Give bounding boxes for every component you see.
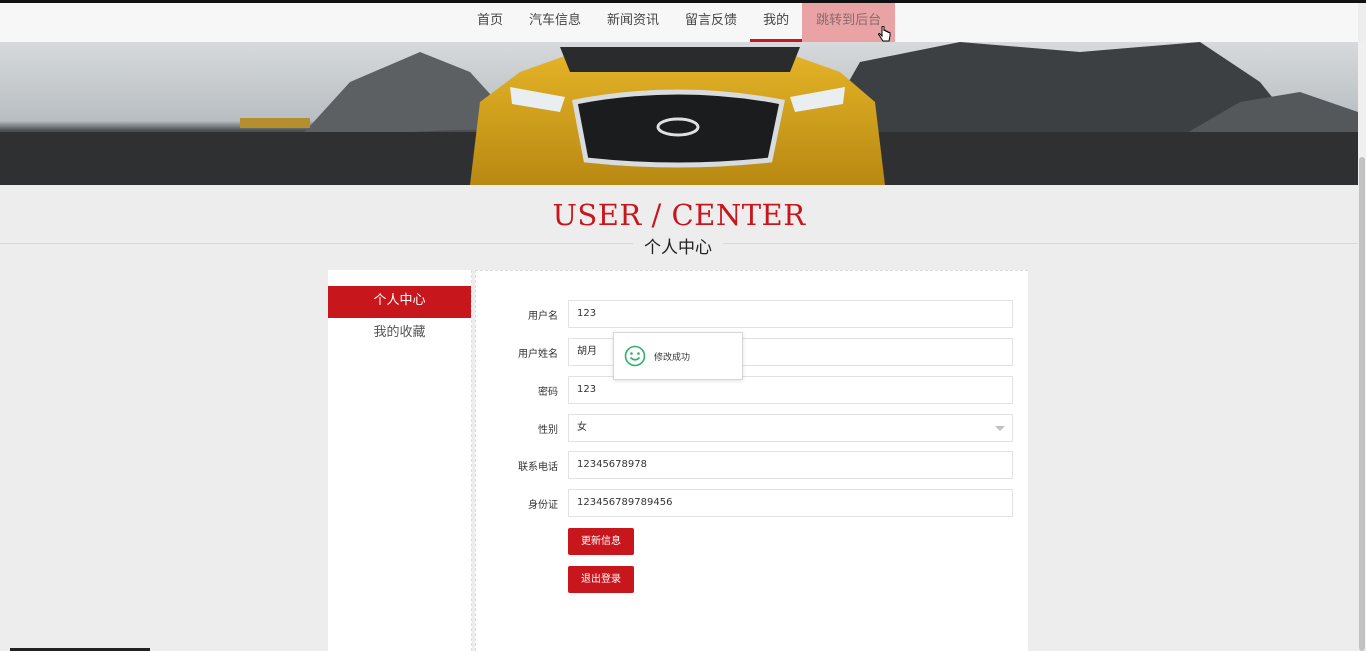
nav-feedback[interactable]: 留言反馈: [672, 3, 750, 42]
nav-home[interactable]: 首页: [464, 3, 516, 42]
user-sidebar: 个人中心 我的收藏: [328, 270, 472, 651]
page-scrollbar[interactable]: [1358, 42, 1366, 651]
sidebar-item-user-center[interactable]: 个人中心: [328, 286, 471, 318]
nav-news[interactable]: 新闻资讯: [594, 3, 672, 42]
form-row-id-card: 身份证 123456789789456: [476, 489, 1029, 517]
logout-button[interactable]: 退出登录: [568, 566, 634, 593]
phone-input[interactable]: 12345678978: [568, 451, 1013, 479]
profile-form-panel: 用户名 123 用户姓名 胡月 密码 123 性别 女 联系电话 1234567…: [475, 270, 1028, 651]
form-row-gender: 性别 女: [476, 414, 1029, 442]
name-label: 用户姓名: [518, 349, 558, 360]
form-row-name: 用户姓名 胡月: [476, 338, 1029, 366]
gender-label: 性别: [538, 425, 558, 436]
section-title-en: USER / CENTER: [552, 198, 806, 232]
toast-message: 修改成功: [654, 353, 691, 363]
top-nav: 首页 汽车信息 新闻资讯 留言反馈 我的 跳转到后台: [0, 3, 1358, 42]
form-row-phone: 联系电话 12345678978: [476, 451, 1029, 479]
nav-car-info[interactable]: 汽车信息: [516, 3, 594, 42]
nav-mine[interactable]: 我的: [750, 3, 803, 42]
form-row-username: 用户名 123: [476, 300, 1029, 328]
sidebar-item-favorites[interactable]: 我的收藏: [328, 318, 471, 350]
car-banner-image: [0, 42, 1358, 185]
phone-label: 联系电话: [518, 462, 558, 473]
username-label: 用户名: [528, 311, 558, 322]
username-input[interactable]: 123: [568, 300, 1013, 328]
chevron-down-icon: [995, 426, 1005, 431]
nav-menu: 首页 汽车信息 新闻资讯 留言反馈 我的 跳转到后台: [464, 3, 896, 42]
gender-select[interactable]: 女: [568, 414, 1013, 442]
success-toast: 修改成功: [613, 332, 743, 380]
update-info-button[interactable]: 更新信息: [568, 528, 634, 555]
password-input[interactable]: 123: [568, 376, 1013, 404]
scrollbar-thumb[interactable]: [1359, 157, 1365, 651]
gender-selected-value: 女: [577, 422, 587, 433]
hero-banner: [0, 42, 1358, 185]
form-row-password: 密码 123: [476, 376, 1029, 404]
id-card-label: 身份证: [528, 500, 558, 511]
section-title-cn: 个人中心: [633, 233, 723, 258]
smile-icon: [624, 345, 646, 367]
id-card-input[interactable]: 123456789789456: [568, 489, 1013, 517]
password-label: 密码: [538, 387, 558, 398]
